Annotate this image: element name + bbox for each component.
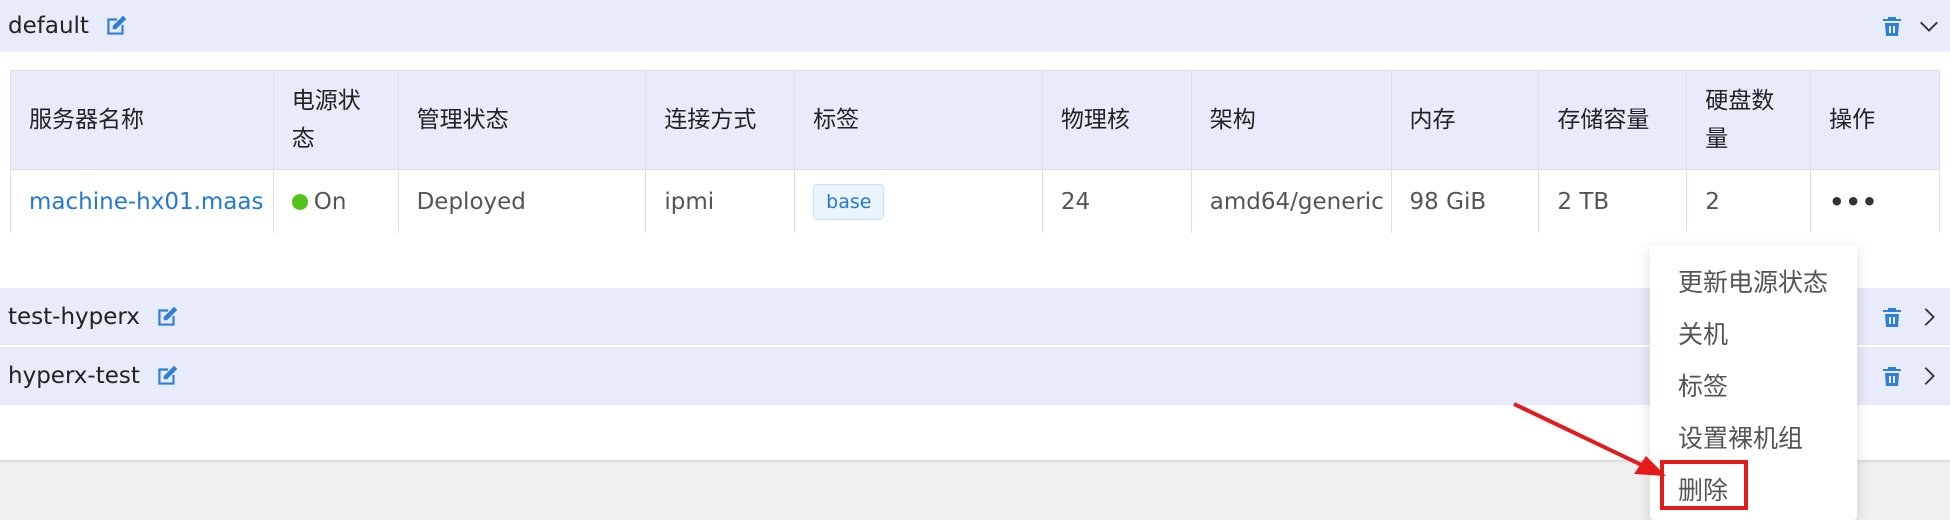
chevron-down-icon[interactable] xyxy=(1918,15,1940,37)
more-actions-icon[interactable]: ••• xyxy=(1829,188,1878,216)
group-actions xyxy=(1880,0,1940,52)
edit-icon[interactable] xyxy=(103,13,129,39)
col-header-cores[interactable]: 物理核 xyxy=(1043,71,1192,169)
edit-icon[interactable] xyxy=(154,363,180,389)
page: default 服务器名称 电源状 态 管理状态 连接方式 标签 物理核 架构 … xyxy=(0,0,1950,520)
arch-value: amd64/generic xyxy=(1209,188,1384,215)
trash-icon[interactable] xyxy=(1880,304,1904,330)
menu-item-set-group[interactable]: 设置裸机组 xyxy=(1678,419,1803,455)
machine-name-link[interactable]: machine-hx01.maas xyxy=(29,189,263,215)
annotation-highlight-box xyxy=(1660,460,1748,510)
group-name: default xyxy=(8,13,89,39)
col-header-power-line1: 电源状 xyxy=(291,88,361,114)
group-actions xyxy=(1880,288,1940,345)
col-header-power-line2: 态 xyxy=(291,126,315,152)
trash-icon[interactable] xyxy=(1880,363,1904,389)
menu-item-tags[interactable]: 标签 xyxy=(1678,367,1728,403)
edit-icon[interactable] xyxy=(154,304,180,330)
col-header-arch[interactable]: 架构 xyxy=(1192,71,1392,169)
menu-item-power-off[interactable]: 关机 xyxy=(1678,315,1728,351)
trash-icon[interactable] xyxy=(1880,13,1904,39)
menu-item-update-power[interactable]: 更新电源状态 xyxy=(1678,263,1828,299)
group-actions xyxy=(1880,347,1940,405)
col-header-connection[interactable]: 连接方式 xyxy=(646,71,796,169)
col-header-storage[interactable]: 存储容量 xyxy=(1539,71,1688,169)
group-name: test-hyperx xyxy=(8,303,140,330)
col-header-disks[interactable]: 硬盘数 量 xyxy=(1687,71,1812,169)
machines-table: 服务器名称 电源状 态 管理状态 连接方式 标签 物理核 架构 内存 存储容量 … xyxy=(10,70,1940,233)
col-header-status[interactable]: 管理状态 xyxy=(399,71,647,169)
col-header-name[interactable]: 服务器名称 xyxy=(11,71,274,169)
disks-value: 2 xyxy=(1705,188,1720,215)
table-row: machine-hx01.maas On Deployed ipmi base … xyxy=(11,169,1939,233)
group-name: hyperx-test xyxy=(8,363,140,389)
deploy-status: Deployed xyxy=(416,188,526,215)
col-header-actions: 操作 xyxy=(1829,107,1876,133)
col-header-power[interactable]: 电源状 态 xyxy=(274,71,399,169)
chevron-right-icon[interactable] xyxy=(1918,365,1940,387)
tag-badge[interactable]: base xyxy=(813,183,885,220)
col-header-tags[interactable]: 标签 xyxy=(795,71,1043,169)
group-header-default[interactable]: default xyxy=(0,0,1950,52)
chevron-right-icon[interactable] xyxy=(1918,306,1940,328)
table-header: 服务器名称 电源状 态 管理状态 连接方式 标签 物理核 架构 内存 存储容量 … xyxy=(11,71,1939,169)
cores-value: 24 xyxy=(1060,188,1091,215)
connection-type: ipmi xyxy=(664,188,715,215)
annotation-arrow-icon xyxy=(1513,402,1666,476)
power-status-dot xyxy=(291,193,308,210)
col-header-disks-line2: 量 xyxy=(1705,126,1729,152)
memory-value: 98 GiB xyxy=(1409,188,1487,215)
power-status-text: On xyxy=(313,188,347,215)
col-header-memory[interactable]: 内存 xyxy=(1392,71,1540,169)
col-header-disks-line1: 硬盘数 xyxy=(1705,88,1775,114)
storage-value: 2 TB xyxy=(1557,188,1610,215)
